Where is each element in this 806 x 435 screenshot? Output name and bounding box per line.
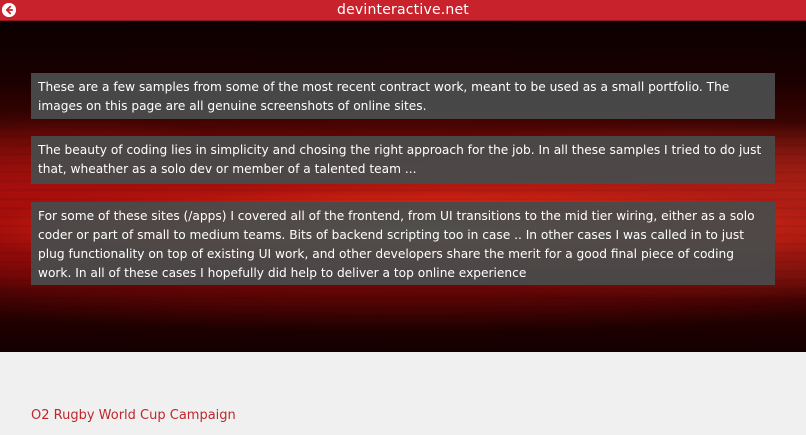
intro-paragraph-3: For some of these sites (/apps) I covere… [31,202,775,285]
back-button[interactable] [2,3,16,17]
intro-paragraph-2: The beauty of coding lies in simplicity … [31,136,775,184]
hero-banner [0,21,806,352]
intro-paragraph-1: These are a few samples from some of the… [31,73,775,119]
portfolio-item-link[interactable]: O2 Rugby World Cup Campaign [31,408,236,423]
arrow-left-circle-icon [2,3,16,17]
page: devinteractive.net These are a few sampl… [0,0,806,435]
hero-background-texture [0,21,806,352]
site-title: devinteractive.net [337,2,469,18]
header-bar: devinteractive.net [0,0,806,21]
